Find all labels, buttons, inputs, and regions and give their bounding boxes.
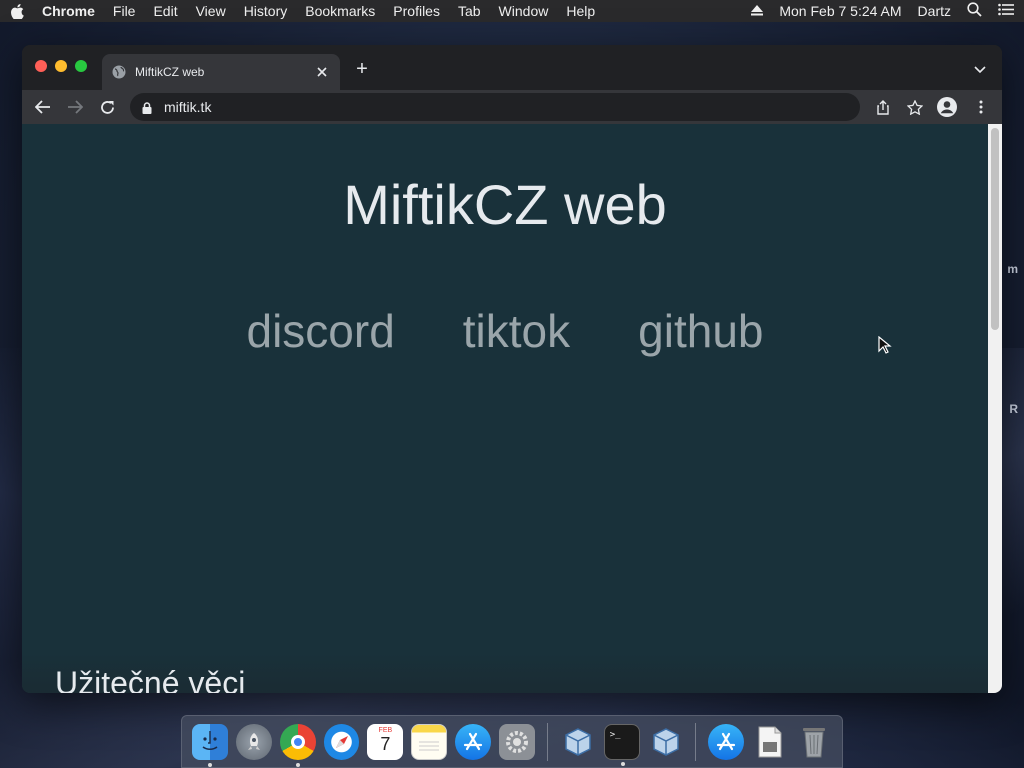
tab-title: MiftikCZ web <box>135 65 205 79</box>
menubar-clock[interactable]: Mon Feb 7 5:24 AM <box>779 3 901 19</box>
url-text: miftik.tk <box>164 99 212 115</box>
page-content: MiftikCZ web discord tiktok github Užite… <box>22 124 988 693</box>
running-indicator <box>620 761 625 766</box>
menu-app-name[interactable]: Chrome <box>42 3 95 19</box>
calendar-day: 7 <box>380 733 391 754</box>
desktop-edge-text: m <box>1007 262 1018 276</box>
link-discord[interactable]: discord <box>246 304 394 358</box>
tab-strip: MiftikCZ web + <box>22 45 1002 90</box>
address-bar[interactable]: miftik.tk <box>130 93 860 121</box>
link-tiktok[interactable]: tiktok <box>463 304 570 358</box>
spotlight-search-icon[interactable] <box>967 2 982 20</box>
lock-icon[interactable] <box>142 101 154 114</box>
menu-view[interactable]: View <box>196 3 226 19</box>
menu-file[interactable]: File <box>113 3 136 19</box>
dock-separator <box>546 722 548 761</box>
menu-history[interactable]: History <box>244 3 288 19</box>
menu-window[interactable]: Window <box>499 3 549 19</box>
social-links: discord tiktok github <box>22 304 988 358</box>
window-close-button[interactable] <box>35 60 47 72</box>
virtualbox-icon[interactable] <box>560 724 596 760</box>
tab-miftikcz[interactable]: MiftikCZ web <box>102 54 340 90</box>
menu-bar: Chrome File Edit View History Bookmarks … <box>0 0 1024 22</box>
scrollbar-thumb[interactable] <box>991 128 999 330</box>
app-store-downloads-icon[interactable] <box>708 723 745 760</box>
document-icon[interactable] <box>752 724 788 760</box>
notes-icon[interactable] <box>411 723 448 760</box>
terminal-icon[interactable]: >_ <box>603 723 640 766</box>
finder-icon[interactable] <box>192 723 228 767</box>
running-indicator <box>295 762 300 767</box>
window-controls <box>35 60 95 72</box>
menu-profiles[interactable]: Profiles <box>393 3 440 19</box>
tab-search-chevron-icon[interactable] <box>974 61 988 75</box>
profile-avatar-icon[interactable] <box>936 96 958 118</box>
link-github[interactable]: github <box>638 304 763 358</box>
globe-icon <box>112 65 126 79</box>
menu-tab[interactable]: Tab <box>458 3 481 19</box>
desktop-edge-text: R <box>1009 402 1018 416</box>
eject-icon[interactable] <box>751 3 764 19</box>
apple-menu-icon[interactable] <box>10 3 24 19</box>
omnibox-actions <box>860 98 924 116</box>
tab-close-icon[interactable] <box>314 64 330 80</box>
share-icon[interactable] <box>874 98 892 116</box>
menu-bookmarks[interactable]: Bookmarks <box>305 3 375 19</box>
page-title: MiftikCZ web <box>343 173 667 236</box>
virtualbox-vm-icon[interactable] <box>648 724 684 760</box>
control-center-icon[interactable] <box>998 3 1014 19</box>
section-heading: Užitečné věci <box>55 665 246 693</box>
app-store-icon[interactable] <box>455 723 492 760</box>
bookmark-star-icon[interactable] <box>906 98 924 116</box>
page-scrollbar[interactable] <box>988 124 1002 693</box>
calendar-icon[interactable]: FEB 7 <box>367 723 404 760</box>
mouse-cursor-icon <box>878 335 892 354</box>
trash-icon[interactable] <box>796 724 832 760</box>
menu-edit[interactable]: Edit <box>153 3 177 19</box>
chrome-icon[interactable] <box>279 723 316 767</box>
forward-arrow-icon[interactable] <box>64 96 86 118</box>
launchpad-icon[interactable] <box>235 723 272 760</box>
calendar-month: FEB <box>378 726 393 734</box>
menu-help[interactable]: Help <box>566 3 595 19</box>
menubar-user[interactable]: Dartz <box>918 3 951 19</box>
dock-separator <box>695 722 697 761</box>
browser-toolbar: miftik.tk <box>22 90 1002 124</box>
browser-window: MiftikCZ web + miftik.tk MiftikCZ web di… <box>22 45 1002 693</box>
safari-icon[interactable] <box>323 723 360 760</box>
running-indicator <box>208 762 212 767</box>
new-tab-button[interactable]: + <box>352 59 372 79</box>
reload-icon[interactable] <box>96 96 118 118</box>
back-arrow-icon[interactable] <box>32 96 54 118</box>
dock: FEB 7 >_ <box>181 715 843 768</box>
window-minimize-button[interactable] <box>55 60 67 72</box>
system-preferences-icon[interactable] <box>499 723 535 760</box>
window-zoom-button[interactable] <box>75 60 87 72</box>
more-menu-icon[interactable] <box>974 96 988 118</box>
